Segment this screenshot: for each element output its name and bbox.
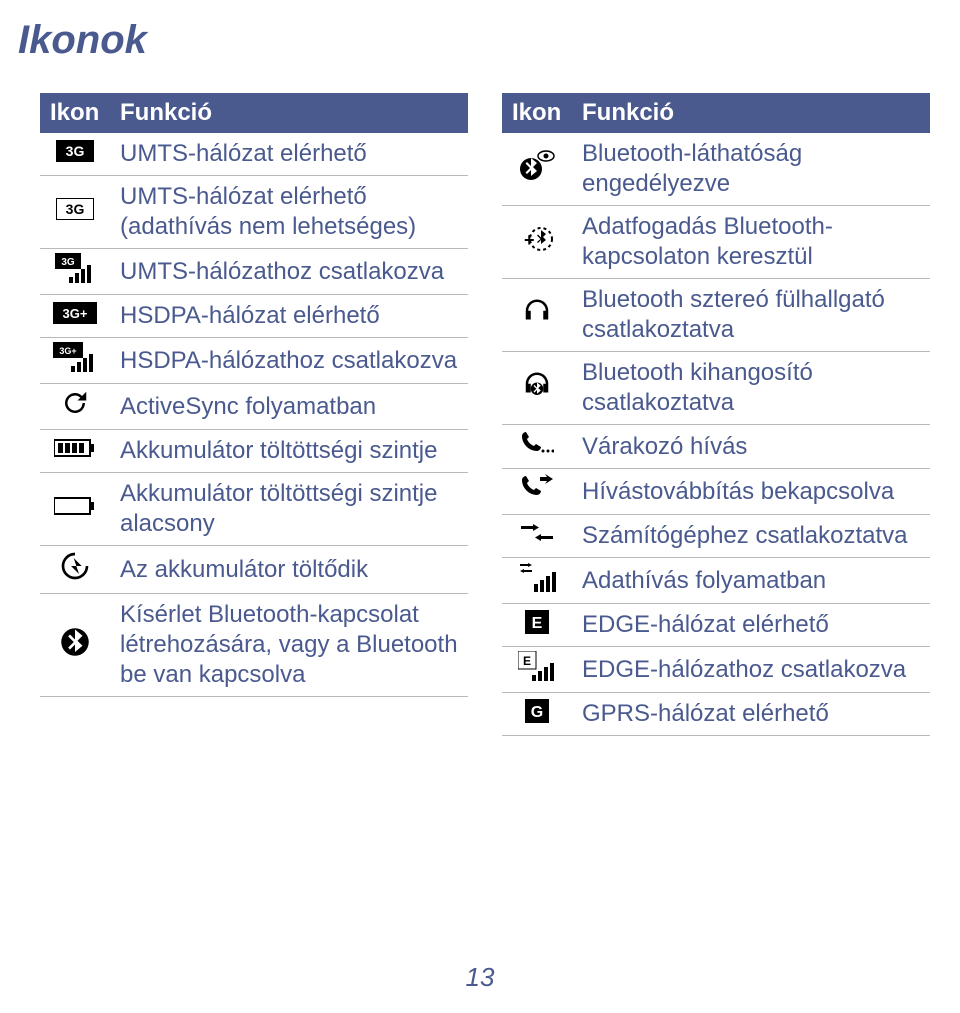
row-label: EDGE-hálózathoz csatlakozva (582, 656, 906, 683)
columns-container: Ikon Funkció 3G UMTS-hálózat elérhető 3G… (8, 93, 930, 736)
row-label: Bluetooth kihangosító csatlakoztatva (582, 359, 813, 416)
call-waiting-icon (520, 429, 554, 464)
call-forward-icon (520, 473, 554, 510)
row-label: Bluetooth-láthatóság engedélyezve (582, 140, 802, 197)
table-row: Az akkumulátor töltődik (40, 546, 468, 594)
bluetooth-eye-icon (519, 149, 555, 190)
row-label: HSDPA-hálózat elérhető (120, 302, 380, 329)
icon-table-right: Ikon Funkció Bluetooth-láthatóság engedé… (502, 93, 930, 736)
header-icon: Ikon (502, 93, 572, 133)
right-column: Ikon Funkció Bluetooth-láthatóság engedé… (502, 93, 930, 736)
table-row: ActiveSync folyamatban (40, 384, 468, 430)
table-row: 3G+ HSDPA-hálózathoz csatlakozva (40, 338, 468, 384)
page-number: 13 (0, 962, 960, 993)
headphones-icon (521, 297, 553, 334)
table-row: Számítógéphez csatlakoztatva (502, 515, 930, 558)
svg-text:E: E (523, 654, 531, 668)
table-row: Bluetooth-láthatóság engedélyezve (502, 133, 930, 206)
row-label: Hívástovábbítás bekapcsolva (582, 478, 894, 505)
sync-arrows-icon (60, 388, 90, 425)
e-box-icon: E (525, 610, 549, 641)
table-row: Akkumulátor töltöttségi szintje (40, 430, 468, 473)
svg-text:3G: 3G (61, 257, 75, 268)
battery-full-icon (54, 437, 96, 465)
row-label: GPRS-hálózat elérhető (582, 700, 829, 727)
icon-table-left: Ikon Funkció 3G UMTS-hálózat elérhető 3G… (40, 93, 468, 697)
row-label: Adatfogadás Bluetooth-kapcsolaton keresz… (582, 213, 833, 270)
3gplus-box-icon: 3G+ (53, 302, 97, 331)
row-label: EDGE-hálózat elérhető (582, 611, 829, 638)
left-column: Ikon Funkció 3G UMTS-hálózat elérhető 3G… (40, 93, 468, 736)
row-label: Adathívás folyamatban (582, 567, 826, 594)
row-label: UMTS-hálózat elérhető (adathívás nem leh… (120, 183, 416, 240)
svg-text:E: E (532, 615, 543, 632)
table-row: G GPRS-hálózat elérhető (502, 693, 930, 736)
table-row: Hívástovábbítás bekapcsolva (502, 469, 930, 515)
table-row: Kísérlet Bluetooth-kapcsolat létrehozásá… (40, 594, 468, 697)
3g-signal-icon: 3G (55, 253, 95, 290)
svg-text:3G+: 3G+ (59, 346, 76, 356)
table-row: Bluetooth sztereó fülhallgató csatlakozt… (502, 279, 930, 352)
row-label: ActiveSync folyamatban (120, 393, 376, 420)
header-icon: Ikon (40, 93, 110, 133)
3gplus-signal-icon: 3G+ (53, 342, 97, 379)
page-title: Ikonok (18, 18, 930, 63)
table-row: 3G+ HSDPA-hálózat elérhető (40, 295, 468, 338)
3g-box-icon: 3G (56, 140, 94, 169)
headphones-bt-icon (521, 370, 553, 407)
e-signal-icon: E (518, 651, 556, 688)
row-label: UMTS-hálózat elérhető (120, 140, 367, 167)
header-func: Funkció (110, 93, 468, 133)
table-row: 3G UMTS-hálózat elérhető (adathívás nem … (40, 176, 468, 249)
row-label: Kísérlet Bluetooth-kapcsolat létrehozásá… (120, 601, 458, 688)
data-signal-icon (518, 562, 556, 599)
table-row: Akkumulátor töltöttségi szintje alacsony (40, 473, 468, 546)
table-row: + Adatfogadás Bluetooth-kapcsolaton kere… (502, 206, 930, 279)
row-label: Várakozó hívás (582, 433, 747, 460)
row-label: UMTS-hálózathoz csatlakozva (120, 258, 444, 285)
bluetooth-recv-icon: + (519, 224, 555, 261)
svg-text:3G: 3G (66, 143, 85, 159)
table-row: 3G UMTS-hálózat elérhető (40, 133, 468, 176)
svg-text:3G: 3G (66, 201, 85, 217)
row-label: Az akkumulátor töltődik (120, 556, 368, 583)
battery-low-icon (54, 495, 96, 523)
row-label: Akkumulátor töltöttségi szintje (120, 437, 437, 464)
3g-outline-icon: 3G (56, 198, 94, 227)
svg-text:3G+: 3G+ (63, 306, 88, 321)
table-row: 3G UMTS-hálózathoz csatlakozva (40, 249, 468, 295)
row-label: Akkumulátor töltöttségi szintje alacsony (120, 480, 437, 537)
row-label: HSDPA-hálózathoz csatlakozva (120, 347, 457, 374)
bluetooth-icon (60, 624, 90, 667)
row-label: Bluetooth sztereó fülhallgató csatlakozt… (582, 286, 885, 343)
pc-connect-icon (519, 520, 555, 553)
header-func: Funkció (572, 93, 930, 133)
table-row: E EDGE-hálózathoz csatlakozva (502, 647, 930, 693)
svg-text:G: G (531, 704, 543, 721)
table-row: Adathívás folyamatban (502, 558, 930, 604)
row-label: Számítógéphez csatlakoztatva (582, 522, 908, 549)
table-row: Bluetooth kihangosító csatlakoztatva (502, 352, 930, 425)
table-row: E EDGE-hálózat elérhető (502, 604, 930, 647)
g-box-icon: G (525, 699, 549, 730)
battery-charge-icon (59, 550, 91, 589)
table-row: Várakozó hívás (502, 425, 930, 469)
